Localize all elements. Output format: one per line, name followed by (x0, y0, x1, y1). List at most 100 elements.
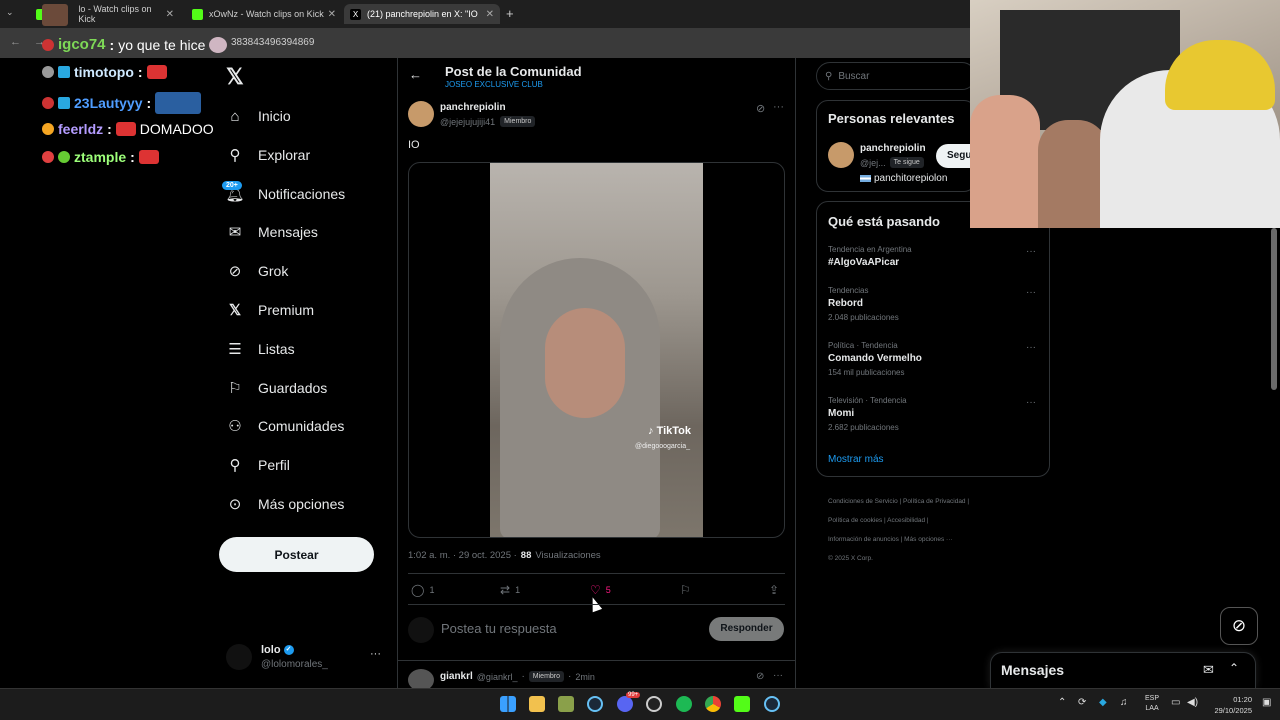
relevant-user-name[interactable]: panchrepiolin (860, 143, 926, 154)
sidebar-item-notificaciones[interactable]: 🔔︎ Notificaciones (225, 179, 345, 209)
post-button[interactable]: Postear (219, 537, 374, 572)
video-player[interactable]: ♪ TikTok @diegooogarcia_ (490, 163, 703, 537)
trend-meta: Televisión · Tendencia (828, 396, 907, 405)
footer-link[interactable]: Accesibilidad (887, 517, 925, 524)
trend-item[interactable]: Tendencias Rebord 2.048 publicaciones (828, 286, 899, 322)
back-arrow-icon[interactable]: ← (409, 67, 422, 82)
tray-icon[interactable]: ⟳ (1078, 697, 1086, 708)
tab-list-dropdown-icon[interactable]: ⌄ (6, 7, 14, 18)
chat-username: timotopo (74, 64, 134, 80)
more-icon[interactable]: ··· (1026, 397, 1036, 408)
footer-link[interactable]: Política de cookies (828, 517, 882, 524)
tab-label: (21) panchrepiolin en X: "IO (367, 9, 478, 19)
kick-icon (192, 8, 203, 20)
tray-icon[interactable]: ◆ (1099, 697, 1107, 708)
more-icon[interactable]: ··· (773, 670, 783, 681)
close-tab-icon[interactable]: ✕ (328, 9, 342, 20)
new-tab-icon[interactable]: + (506, 6, 514, 21)
messages-drawer[interactable]: Mensajes ✉ ⌃ (990, 652, 1256, 688)
community-name[interactable]: JOSEO EXCLUSIVE CLUB (445, 80, 543, 89)
sidebar-item-explorar[interactable]: ⚲ Explorar (226, 140, 311, 170)
discord-icon[interactable] (617, 696, 633, 712)
messages-title: Mensajes (1001, 662, 1065, 678)
expand-icon[interactable]: ⌃ (1229, 661, 1239, 675)
badge-icon (42, 66, 54, 78)
network-icon[interactable]: ▭ (1171, 697, 1180, 708)
grok-float-button[interactable]: ⊘ (1220, 607, 1258, 645)
footer-link[interactable]: Información de anuncios (828, 536, 899, 543)
bookmark-button[interactable]: ⚐ (680, 583, 691, 597)
avatar[interactable] (408, 101, 434, 127)
footer-link[interactable]: Política de Privacidad (903, 498, 966, 505)
person-icon: ⚲ (229, 457, 241, 474)
reply-row[interactable]: giankrl @giankrl_ · Miembro · 2min (440, 671, 595, 682)
sidebar-item-inicio[interactable]: ⌂ Inicio (226, 101, 290, 131)
close-tab-icon[interactable]: ✕ (486, 9, 500, 20)
grok-icon[interactable]: ⊘ (756, 102, 765, 115)
spotify-icon[interactable] (676, 696, 692, 712)
sidebar-item-label: Explorar (258, 147, 311, 163)
more-icon[interactable]: ··· (1026, 287, 1036, 298)
tab-x-active[interactable]: X (21) panchrepiolin en X: "IO ✕ (344, 4, 500, 24)
trend-item[interactable]: Tendencia en Argentina #AlgoVaAPicar (828, 245, 912, 268)
reply-submit-button[interactable]: Responder (709, 617, 784, 641)
sidebar-item-label: Mensajes (258, 224, 318, 240)
chrome-icon[interactable] (705, 696, 721, 712)
sidebar-item-grok[interactable]: ⊘ Grok (226, 256, 289, 286)
clock[interactable]: 01:20 29/10/2025 (1206, 694, 1252, 716)
notification-center-icon[interactable]: ▣ (1262, 697, 1271, 708)
post-media[interactable]: ♪ TikTok @diegooogarcia_ (408, 162, 785, 538)
account-switcher[interactable]: lolo ✓ @lolomorales_ ··· (226, 642, 386, 674)
more-icon[interactable]: ··· (1026, 246, 1036, 257)
chat-username: igco74 (58, 36, 106, 53)
app-icon[interactable] (646, 696, 662, 712)
trend-item[interactable]: Política · Tendencia Comando Vermelho 15… (828, 341, 922, 377)
tray-icon[interactable]: ♫ (1120, 697, 1128, 708)
trend-item[interactable]: Televisión · Tendencia Momi 2.682 public… (828, 396, 907, 432)
like-button[interactable]: ♡ 5 (590, 583, 611, 597)
post-text: IO (408, 139, 420, 151)
close-tab-icon[interactable]: ✕ (166, 9, 180, 20)
reply-icon: ◯ (411, 583, 425, 597)
more-icon[interactable]: ··· (773, 101, 784, 113)
steam-icon[interactable] (764, 696, 780, 712)
footer-link[interactable]: Más opciones ··· (904, 536, 952, 543)
footer-link[interactable]: Condiciones de Servicio (828, 498, 898, 505)
more-icon[interactable]: ··· (370, 648, 381, 660)
sidebar-item-label: Listas (258, 341, 295, 357)
reply-input[interactable]: Postea tu respuesta (441, 621, 557, 636)
sidebar-item-listas[interactable]: ☰ Listas (226, 334, 295, 364)
sidebar-item-guardados[interactable]: ⚐ Guardados (226, 373, 327, 403)
language-indicator[interactable]: ESP LAA (1145, 694, 1159, 714)
sidebar-item-premium[interactable]: 𝕏 Premium (226, 295, 314, 325)
new-message-icon[interactable]: ✉ (1203, 662, 1214, 678)
sidebar-item-perfil[interactable]: ⚲ Perfil (226, 450, 290, 480)
app-icon[interactable] (558, 696, 574, 712)
sidebar-item-mas-opciones[interactable]: ⊙ Más opciones (226, 489, 345, 519)
x-logo-icon[interactable]: 𝕏 (226, 64, 244, 90)
search-input[interactable]: ⚲ Buscar (816, 62, 976, 90)
tab-kick-2[interactable]: xOwNz - Watch clips on Kick ✕ (186, 4, 342, 24)
post-handle[interactable]: @jejejujujiji41 (440, 117, 495, 127)
sidebar-item-mensajes[interactable]: ✉ Mensajes (226, 217, 318, 247)
kick-icon[interactable] (734, 696, 750, 712)
repost-button[interactable]: ⇄ 1 (500, 583, 520, 597)
trend-name: Rebord (828, 298, 863, 309)
avatar[interactable] (828, 142, 854, 168)
more-icon[interactable]: ··· (1026, 342, 1036, 353)
reply-author: giankrl (440, 671, 473, 682)
windows-start-icon[interactable] (500, 696, 516, 712)
reply-button[interactable]: ◯ 1 (411, 583, 434, 597)
tray-expand-icon[interactable]: ⌃ (1058, 697, 1066, 708)
grok-icon[interactable]: ⊘ (756, 671, 764, 682)
post-author[interactable]: panchrepiolin (440, 102, 506, 113)
volume-icon[interactable]: ◀) (1187, 697, 1198, 708)
back-icon[interactable]: ← (10, 36, 21, 48)
file-explorer-icon[interactable] (529, 696, 545, 712)
show-more-link[interactable]: Mostrar más (828, 454, 884, 465)
page-scrollbar[interactable] (1271, 228, 1277, 390)
flag-icon (860, 175, 871, 182)
steam-icon[interactable] (587, 696, 603, 712)
share-button[interactable]: ⇪ (769, 583, 779, 597)
sidebar-item-comunidades[interactable]: ⚇ Comunidades (226, 411, 344, 441)
